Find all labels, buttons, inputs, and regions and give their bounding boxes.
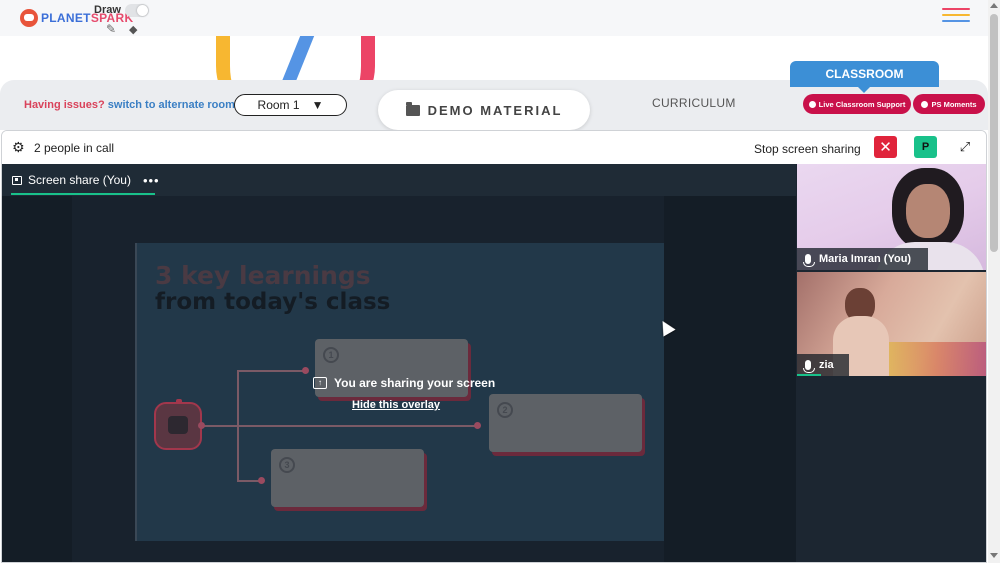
participant-video-background [887,342,986,376]
tab-classroom[interactable]: CLASSROOM [790,61,939,93]
card-number: 2 [497,402,513,418]
eraser-icon[interactable]: ◆ [129,23,137,36]
participant-tile[interactable]: Maria Imran (You) [797,164,986,270]
logo-text-planet: PLANET [41,11,91,25]
room-select-value: Room 1 [257,98,300,112]
logo-robot-icon [20,9,38,27]
card-number: 3 [279,457,295,473]
support-icon [808,100,816,108]
moments-icon [921,100,929,108]
microphone-icon [803,254,815,267]
connector-dot [258,477,265,484]
participant-name: Maria Imran (You) [819,253,912,265]
menu-line-yellow [942,14,970,16]
participant-tile[interactable]: zia [797,272,986,376]
connector-dot [474,422,481,429]
top-header: PLANETSPARK Draw ✎ ◆ [0,0,988,36]
fullscreen-icon[interactable]: ⤢ [954,137,976,157]
upload-icon: ↑ [313,377,327,389]
pencil-icon[interactable]: ✎ [106,22,116,36]
gear-icon[interactable]: ⚙ [12,140,25,154]
call-header: ⚙ 2 people in call Stop screen sharing ✕… [2,131,986,164]
stop-sharing-button[interactable]: ✕ [874,136,897,158]
live-classroom-support-button[interactable]: Live Classroom Support [803,94,911,114]
robot-icon [154,399,202,450]
learning-card-3: 3 [271,449,424,507]
live-support-label: Live Classroom Support [818,99,906,109]
slide-title-line2: from today's class [155,289,391,315]
connector-main [203,425,477,427]
robot-antenna [176,399,182,404]
share-tab-bar: Screen share (You) ••• [2,164,796,196]
connector-dot [198,422,205,429]
participant-name: zia [819,359,834,371]
sharing-overlay-message: ↑ You are sharing your screen [313,376,495,390]
participant-video [892,168,964,250]
ps-moments-label: PS Moments [931,99,977,109]
tab-curriculum[interactable]: CURRICULUM [652,96,736,110]
hide-overlay-link[interactable]: Hide this overlay [352,399,440,411]
menu-line-red [942,8,970,10]
avatar[interactable]: P [914,136,937,158]
tab-active-indicator [11,193,155,195]
scroll-up-icon[interactable] [990,3,998,8]
scrollbar-thumb[interactable] [990,14,998,252]
learning-card-2: 2 [489,394,642,452]
tab-screen-share[interactable]: Screen share (You) ••• [12,164,168,196]
video-stage: Screen share (You) ••• 3 key learnings f… [2,164,986,562]
chevron-down-icon: ▼ [311,98,324,112]
call-panel: ⚙ 2 people in call Stop screen sharing ✕… [1,130,987,563]
card-number: 1 [323,347,339,363]
people-count: 2 people in call [34,141,115,155]
demo-material-button[interactable]: DEMO MATERIAL [378,90,590,130]
draw-toggle[interactable] [125,4,149,17]
demo-material-label: DEMO MATERIAL [427,102,563,118]
issues-message: Having issues? switch to alternate room [24,99,235,111]
switch-room-link[interactable]: switch to alternate room [108,99,235,111]
issues-text: Having issues? [24,99,105,111]
hamburger-menu-icon[interactable] [942,8,970,24]
speaking-indicator [797,374,821,376]
more-options-icon[interactable]: ••• [143,173,160,188]
draw-label: Draw [94,4,121,16]
ps-moments-button[interactable]: PS Moments [913,94,985,114]
connector-dot [302,367,309,374]
connector-top [237,370,305,372]
sharing-overlay-text: You are sharing your screen [334,376,496,390]
shared-slide: 3 key learnings from today's class 1 2 3 [135,243,664,541]
slide-title-line1: 3 key learnings [155,261,371,290]
participant-label: Maria Imran (You) [797,248,928,270]
menu-line-blue [942,20,970,22]
folder-icon [405,101,420,116]
screen-share-label: Screen share (You) [28,173,131,187]
screen-share-icon [12,175,22,185]
page-scrollbar[interactable] [988,0,1000,563]
room-select[interactable]: Room 1 ▼ [234,94,347,116]
participant-label: zia [797,354,849,376]
stop-sharing-label: Stop screen sharing [754,142,861,156]
microphone-icon [803,360,815,373]
scroll-down-icon[interactable] [990,553,998,558]
